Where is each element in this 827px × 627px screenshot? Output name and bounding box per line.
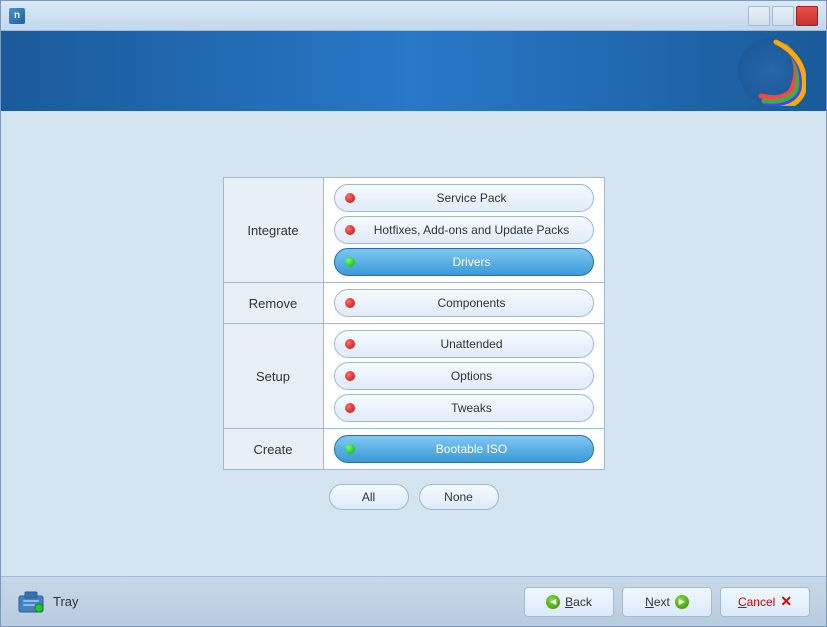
drivers-status-dot [345,257,355,267]
footer-right: ◀ Back Next ▶ Cancel ✕ [524,587,810,617]
hotfixes-status-dot [345,225,355,235]
back-arrow-icon: ◀ [546,595,560,609]
none-button[interactable]: None [419,484,499,510]
main-content: Integrate Service Pack Hotfixes, Add-ons a… [1,111,826,576]
components-label: Components [361,296,583,310]
footer-left: Tray [17,588,79,616]
section-row-integrate: Integrate Service Pack Hotfixes, Add-ons a… [223,178,604,283]
unattended-status-dot [345,339,355,349]
options-label: Options [361,369,583,383]
setup-label: Setup [223,324,323,429]
cancel-x-icon: ✕ [780,593,792,610]
service-pack-label: Service Pack [361,191,583,205]
section-row-create: Create Bootable ISO [223,429,604,470]
main-window: n [0,0,827,627]
hotfixes-button[interactable]: Hotfixes, Add-ons and Update Packs [334,216,594,244]
create-label: Create [223,429,323,470]
unattended-label: Unattended [361,337,583,351]
header-banner [1,31,826,111]
preset-buttons: All None [329,484,499,510]
components-button[interactable]: Components [334,289,594,317]
bootable-iso-status-dot [345,444,355,454]
next-arrow-icon: ▶ [675,595,689,609]
drivers-label: Drivers [361,255,583,269]
service-pack-button[interactable]: Service Pack [334,184,594,212]
options-status-dot [345,371,355,381]
setup-buttons-cell: Unattended Options Tweaks [323,324,604,429]
tweaks-label: Tweaks [361,401,583,415]
create-buttons-cell: Bootable ISO [323,429,604,470]
tweaks-status-dot [345,403,355,413]
drivers-button[interactable]: Drivers [334,248,594,276]
remove-buttons-cell: Components [323,283,604,324]
task-grid-wrapper: Integrate Service Pack Hotfixes, Add-ons a… [223,177,605,470]
integrate-buttons-cell: Service Pack Hotfixes, Add-ons and Update… [323,178,604,283]
back-label: Back [565,595,592,609]
cancel-label: Cancel [738,595,775,609]
app-icon: n [9,8,25,24]
minimize-button[interactable] [748,6,770,26]
bootable-iso-button[interactable]: Bootable ISO [334,435,594,463]
remove-label: Remove [223,283,323,324]
tray-icon [17,588,45,616]
footer: Tray ◀ Back Next ▶ Cancel ✕ [1,576,826,626]
hotfixes-label: Hotfixes, Add-ons and Update Packs [361,223,583,237]
back-button[interactable]: ◀ Back [524,587,614,617]
window-controls [748,6,818,26]
service-pack-status-dot [345,193,355,203]
title-bar-left: n [9,8,31,24]
all-button[interactable]: All [329,484,409,510]
integrate-label: Integrate [223,178,323,283]
components-status-dot [345,298,355,308]
section-row-setup: Setup Unattended Options Tweaks [223,324,604,429]
cancel-button[interactable]: Cancel ✕ [720,587,810,617]
title-bar: n [1,1,826,31]
next-button[interactable]: Next ▶ [622,587,712,617]
close-button[interactable] [796,6,818,26]
tweaks-button[interactable]: Tweaks [334,394,594,422]
tray-label: Tray [53,594,79,609]
options-button[interactable]: Options [334,362,594,390]
maximize-button[interactable] [772,6,794,26]
header-logo [736,36,806,106]
bootable-iso-label: Bootable ISO [361,442,583,456]
next-label: Next [645,595,670,609]
unattended-button[interactable]: Unattended [334,330,594,358]
section-row-remove: Remove Components [223,283,604,324]
